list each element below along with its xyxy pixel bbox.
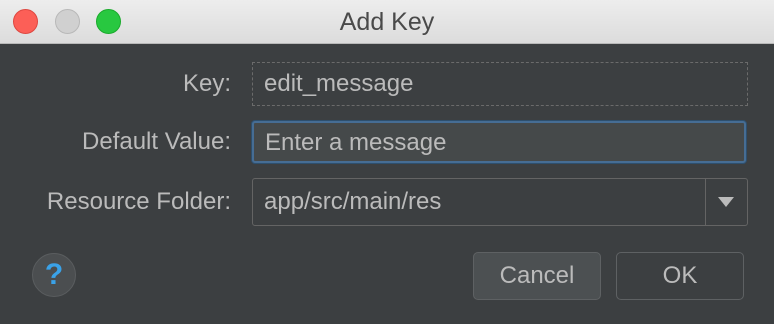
resource-folder-select[interactable]: app/src/main/res — [252, 178, 748, 226]
default-value-input[interactable]: Enter a message — [252, 121, 746, 163]
chevron-down-icon — [718, 197, 734, 207]
minimize-icon[interactable] — [55, 9, 80, 34]
cancel-button[interactable]: Cancel — [473, 252, 601, 300]
title-bar[interactable]: Add Key — [0, 0, 774, 44]
ok-button[interactable]: OK — [616, 252, 744, 300]
help-icon[interactable]: ? — [32, 253, 76, 297]
add-key-dialog: Add Key Key: edit_message Default Value:… — [0, 0, 774, 324]
resource-folder-dropdown-button[interactable] — [705, 179, 747, 225]
close-icon[interactable] — [13, 9, 38, 34]
default-value-label: Default Value: — [82, 128, 231, 155]
key-label: Key: — [182, 70, 231, 97]
key-field[interactable]: edit_message — [252, 62, 748, 106]
maximize-icon[interactable] — [96, 9, 121, 34]
resource-folder-label: Resource Folder: — [46, 188, 231, 215]
